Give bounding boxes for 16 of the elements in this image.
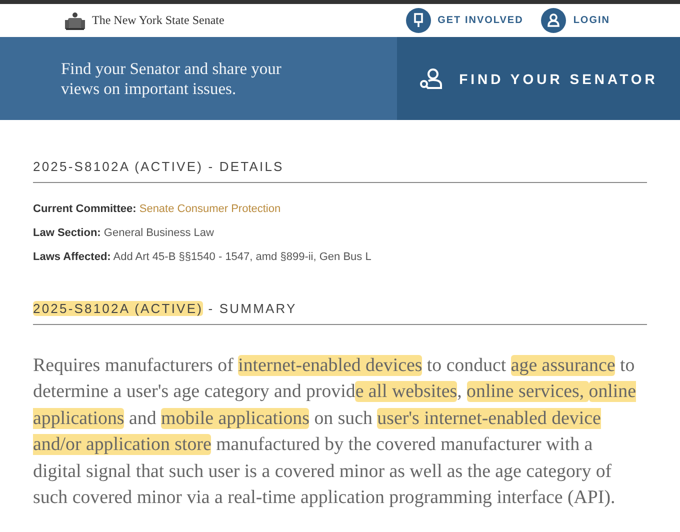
section-heading: 2025-S8102A (ACTIVE) - SUMMARY [33,301,647,325]
header-link[interactable]: LOGIN [541,8,610,33]
find-senator-button[interactable]: FIND YOUR SENATOR [397,37,680,120]
site-name[interactable]: The New York State Senate [92,13,224,28]
user-icon [541,8,566,33]
banner-message: Find your Senator and share your views on important issues. [61,58,282,98]
detail-line: Laws Affected: Add Art 45-B §§1540 - 1547, amd §899-ii, Gen Bus L [33,251,372,263]
pin-icon [406,8,431,33]
header-link[interactable]: GET INVOLVED [406,8,524,33]
detail-value: General Business Law [104,227,214,239]
detail-line: Current Committee: Senate Consumer Protection [33,203,282,215]
section-heading: 2025-S8102A (ACTIVE) - DETAILS [33,159,647,183]
summary-paragraph: Requires manufacturers of internet-enabled devices to conduct age assurance to determine a user's age category and provide all websites, online services, online applications and mobile applications on such user's internet-enabled device and/or application store manufactured by the covered manufacturer with a digital signal that such user is a covered minor as well as the age category of such covered minor via a real-time application programming interface (API). [33,354,637,510]
person-search-icon [419,68,444,90]
detail-value: Add Art 45-B §§1540 - 1547, amd §899-ii, Gen Bus L [113,251,372,263]
detail-line: Law Section: General Business Law [33,227,215,239]
